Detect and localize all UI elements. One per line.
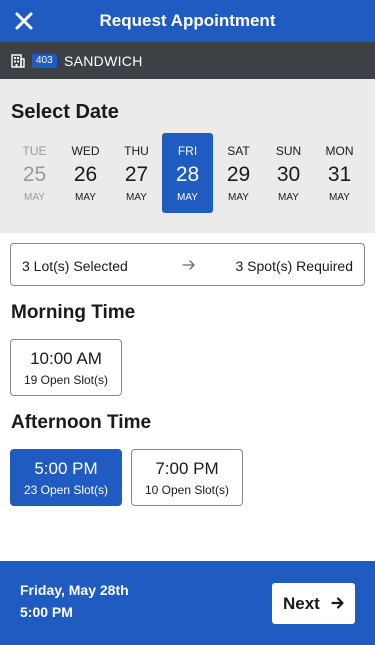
- lots-selected-text: 3 Lot(s) Selected: [22, 258, 128, 274]
- date-weekday: SAT: [227, 144, 250, 158]
- date-section: Select Date TUE 25 MAY WED 26 MAY THU 27…: [0, 79, 375, 233]
- date-weekday: THU: [124, 144, 149, 158]
- date-month: MAY: [329, 192, 350, 203]
- site-name: SANDWICH: [64, 53, 143, 69]
- date-option[interactable]: MON 31 MAY: [314, 133, 365, 213]
- time-slot-selected[interactable]: 5:00 PM 23 Open Slot(s): [10, 449, 122, 506]
- afternoon-time-heading: Afternoon Time: [11, 412, 152, 433]
- date-option[interactable]: THU 27 MAY: [111, 133, 162, 213]
- date-day: 31: [327, 163, 352, 186]
- date-month: MAY: [278, 192, 299, 203]
- date-option[interactable]: SUN 30 MAY: [263, 133, 314, 213]
- morning-time-heading: Morning Time: [11, 302, 136, 323]
- time-slot[interactable]: 7:00 PM 10 Open Slot(s): [131, 449, 243, 506]
- date-month: MAY: [24, 192, 45, 203]
- next-button[interactable]: Next: [272, 583, 355, 624]
- selected-time-text: 5:00 PM: [20, 604, 73, 620]
- date-day: 29: [226, 163, 251, 186]
- date-day: 25: [22, 163, 47, 186]
- date-option[interactable]: SAT 29 MAY: [213, 133, 264, 213]
- selected-date-text: Friday, May 28th: [20, 582, 129, 598]
- date-month: MAY: [177, 192, 198, 203]
- arrow-right-icon: [182, 260, 195, 270]
- arrow-right-icon: [331, 597, 344, 609]
- spots-required-text: 3 Spot(s) Required: [235, 258, 353, 274]
- slot-time: 5:00 PM: [34, 459, 98, 478]
- date-option: TUE 25 MAY: [9, 133, 60, 213]
- slot-availability: 23 Open Slot(s): [23, 483, 109, 497]
- date-day: 26: [73, 163, 98, 186]
- slot-availability: 10 Open Slot(s): [144, 483, 230, 497]
- building-icon: [11, 54, 25, 68]
- selection-footer: Friday, May 28th 5:00 PM Next: [0, 561, 375, 645]
- page-title: Request Appointment: [99, 11, 276, 30]
- date-day: 27: [124, 163, 149, 186]
- date-month: MAY: [228, 192, 249, 203]
- date-month: MAY: [75, 192, 96, 203]
- lot-summary: 3 Lot(s) Selected 3 Spot(s) Required: [10, 243, 365, 286]
- select-date-heading: Select Date: [11, 101, 119, 123]
- date-weekday: MON: [325, 144, 354, 158]
- date-month: MAY: [126, 192, 147, 203]
- site-number-badge: 403: [32, 54, 57, 68]
- date-weekday: TUE: [22, 144, 47, 158]
- next-button-label: Next: [283, 594, 320, 613]
- slot-time: 7:00 PM: [155, 459, 219, 478]
- date-weekday: SUN: [275, 144, 302, 158]
- date-weekday: FRI: [177, 144, 198, 158]
- site-bar: 403 SANDWICH: [0, 42, 375, 79]
- date-day: 30: [276, 163, 301, 186]
- date-option-selected[interactable]: FRI 28 MAY: [162, 133, 213, 213]
- date-option[interactable]: WED 26 MAY: [60, 133, 111, 213]
- app-header: Request Appointment: [0, 0, 375, 42]
- time-slot[interactable]: 10:00 AM 19 Open Slot(s): [10, 339, 122, 396]
- slot-time: 10:00 AM: [30, 349, 102, 368]
- date-weekday: WED: [71, 144, 100, 158]
- date-day: 28: [175, 163, 200, 186]
- slot-availability: 19 Open Slot(s): [23, 373, 109, 387]
